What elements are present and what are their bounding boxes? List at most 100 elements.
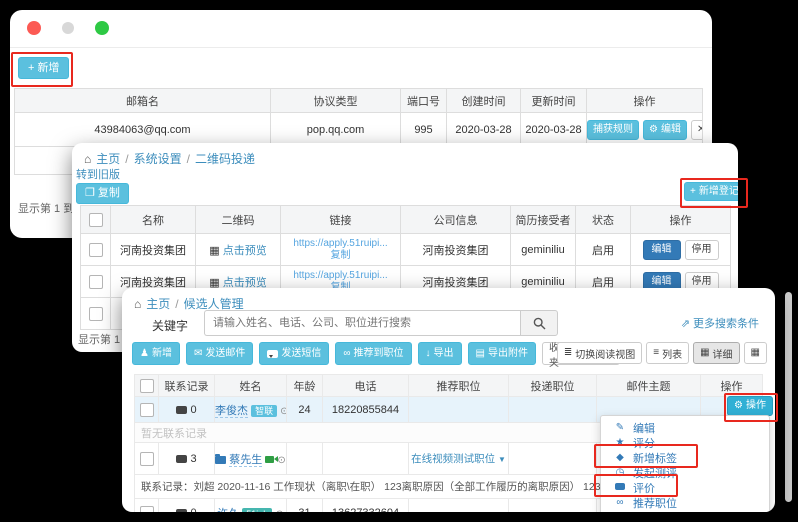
qr-col-company: 公司信息 bbox=[401, 206, 511, 234]
keyword-search-input[interactable] bbox=[204, 310, 520, 336]
qr-preview-link[interactable]: 点击预览 bbox=[223, 245, 267, 257]
export-attachments-button[interactable]: ▤ 导出附件 bbox=[468, 342, 536, 365]
select-all-checkbox[interactable] bbox=[140, 379, 154, 393]
caret-down-icon: ▼ bbox=[498, 455, 506, 464]
menu-item-edit[interactable]: ✎ 编辑 bbox=[601, 420, 769, 435]
recommend-to-job-button[interactable]: ∞ 推荐到职位 bbox=[335, 342, 411, 365]
plus-icon: + bbox=[28, 63, 34, 74]
chat-bubble-icon bbox=[176, 406, 187, 414]
home-icon: ⌂ bbox=[84, 153, 91, 165]
star-icon: ★ bbox=[614, 438, 626, 448]
maximize-window-light[interactable] bbox=[95, 21, 109, 35]
recommended-job-link[interactable]: 在线视频测试职位 ▼ bbox=[411, 453, 506, 465]
candidate-name-link[interactable]: 李俊杰 bbox=[215, 405, 248, 418]
row-checkbox[interactable] bbox=[140, 403, 154, 417]
expand-icon: ⇗ bbox=[681, 319, 690, 330]
view-toggle-group: ≣ 切换阅读视图 ≡ 列表 ▦ 详细 ▦ bbox=[557, 342, 767, 364]
add-candidate-button[interactable]: ♟ 新增 bbox=[132, 342, 180, 365]
disable-qr-button[interactable]: 停用 bbox=[685, 240, 719, 260]
list-view-button[interactable]: ≡ 列表 bbox=[646, 342, 689, 364]
email-col-created: 创建时间 bbox=[447, 89, 521, 113]
qr-col-name: 名称 bbox=[111, 206, 196, 234]
candidate-name-link[interactable]: 蔡先生 bbox=[229, 454, 262, 467]
candidate-toolbar: ♟ 新增 ✉ 发送邮件 发送短信 ∞ 推荐到职位 ↓ 导出 ▤ 导出附件 bbox=[132, 342, 620, 365]
row-checkbox[interactable] bbox=[89, 243, 103, 257]
menu-item-recommend-job[interactable]: ∞ 推荐职位 bbox=[601, 495, 769, 510]
qr-table-row: 河南投资集团 ▦ 点击预览 https://apply.51ruipi... 复… bbox=[81, 234, 731, 266]
apply-url-link[interactable]: https://apply.51ruipi... bbox=[293, 270, 387, 281]
cand-col-age: 年龄 bbox=[287, 375, 323, 397]
breadcrumb-system-settings[interactable]: 系统设置 bbox=[134, 150, 182, 167]
plus-icon: + bbox=[690, 187, 696, 197]
page-scrollbar[interactable] bbox=[785, 292, 792, 502]
trash-icon: ✕ bbox=[697, 125, 703, 135]
grid-view-button[interactable]: ▦ bbox=[744, 342, 767, 364]
edit-mailbox-button[interactable]: ⚙ 编辑 bbox=[643, 120, 687, 140]
add-mailbox-button[interactable]: + 新增 bbox=[18, 57, 69, 79]
email-col-actions: 操作 bbox=[587, 89, 703, 113]
port-value: 995 bbox=[401, 113, 447, 147]
candidate-name-link[interactable]: 许久 bbox=[217, 508, 239, 513]
grid-view-icon: ▦ bbox=[751, 348, 760, 358]
more-filters-link[interactable]: ⇗ 更多搜索条件 bbox=[681, 315, 759, 331]
row-checkbox[interactable] bbox=[140, 452, 154, 466]
row-checkbox[interactable] bbox=[89, 275, 103, 289]
qr-col-status: 状态 bbox=[576, 206, 631, 234]
copy-icon: ❐ bbox=[85, 188, 95, 199]
eye-icon[interactable]: ⊙ bbox=[275, 510, 283, 513]
add-mailbox-label: 新增 bbox=[37, 63, 59, 74]
breadcrumb-qr-page[interactable]: 二维码投递 bbox=[195, 150, 255, 167]
cand-col-recommend: 推荐职位 bbox=[409, 375, 509, 397]
menu-item-add-file[interactable]: ▤ 新增档案 bbox=[601, 510, 769, 512]
screenshot-frame: + 新增 邮箱名 协议类型 端口号 创建时间 更新时间 操作 43984063@… bbox=[0, 0, 798, 522]
toggle-reading-view-button[interactable]: ≣ 切换阅读视图 bbox=[557, 342, 642, 364]
mailbox-value: 43984063@qq.com bbox=[15, 113, 271, 147]
eye-icon[interactable]: ⊙ bbox=[277, 456, 285, 466]
detail-view-icon: ▦ bbox=[700, 348, 709, 358]
apply-url-link[interactable]: https://apply.51ruipi... bbox=[293, 238, 387, 249]
row-actions-button[interactable]: ⚙ 操作 bbox=[727, 396, 773, 416]
list-view-icon: ≡ bbox=[653, 348, 659, 358]
comment-bubble-icon bbox=[614, 483, 626, 493]
select-all-checkbox[interactable] bbox=[89, 213, 103, 227]
copy-button[interactable]: ❐ 复制 bbox=[76, 183, 129, 204]
row-checkbox[interactable] bbox=[140, 506, 154, 513]
menu-item-start-assessment[interactable]: ◷ 发起测评 bbox=[601, 465, 769, 480]
eye-icon[interactable]: ⊙ bbox=[280, 407, 286, 417]
email-col-protocol: 协议类型 bbox=[271, 89, 401, 113]
send-mail-button[interactable]: ✉ 发送邮件 bbox=[186, 342, 253, 365]
breadcrumb-home[interactable]: 主页 bbox=[146, 295, 170, 312]
export-icon: ↓ bbox=[426, 349, 431, 359]
qr-preview-link[interactable]: 点击预览 bbox=[223, 277, 267, 289]
video-icon bbox=[265, 456, 274, 463]
menu-item-score[interactable]: ★ 评分 bbox=[601, 435, 769, 450]
copy-url-link[interactable]: 复制 bbox=[331, 250, 351, 261]
sms-icon bbox=[267, 350, 278, 358]
delete-mailbox-button[interactable]: ✕ 删除 bbox=[691, 120, 703, 140]
detail-view-button[interactable]: ▦ 详细 bbox=[693, 342, 739, 364]
menu-item-add-tag[interactable]: ◆ 新增标签 bbox=[601, 450, 769, 465]
briefcase-icon bbox=[215, 456, 226, 464]
minimize-window-light[interactable] bbox=[62, 22, 74, 34]
row-checkbox[interactable] bbox=[89, 307, 103, 321]
edit-qr-button[interactable]: 编辑 bbox=[643, 240, 681, 260]
menu-item-comment[interactable]: 评价 bbox=[601, 480, 769, 495]
cand-col-phone: 电话 bbox=[323, 375, 409, 397]
breadcrumb-home[interactable]: 主页 bbox=[96, 150, 120, 167]
search-button[interactable] bbox=[520, 310, 558, 336]
capture-rules-button[interactable]: 捕获规则 bbox=[587, 120, 639, 140]
send-sms-button[interactable]: 发送短信 bbox=[259, 342, 329, 365]
add-registration-form-button[interactable]: + 新增登记表 bbox=[684, 182, 738, 201]
cand-col-applied: 投递职位 bbox=[509, 375, 597, 397]
export-button[interactable]: ↓ 导出 bbox=[418, 342, 462, 365]
source-badge: 51job bbox=[242, 508, 272, 513]
email-col-port: 端口号 bbox=[401, 89, 447, 113]
old-version-link[interactable]: 转到旧版 bbox=[76, 166, 120, 182]
close-window-light[interactable] bbox=[27, 21, 41, 35]
chain-icon: ∞ bbox=[343, 349, 350, 359]
chat-bubble-icon bbox=[176, 455, 187, 463]
created-value: 2020-03-28 bbox=[447, 113, 521, 147]
email-col-mailbox: 邮箱名 bbox=[15, 89, 271, 113]
cand-col-actions: 操作 bbox=[701, 375, 763, 397]
row-actions-menu: ✎ 编辑 ★ 评分 ◆ 新增标签 ◷ 发起测评 评价 ∞ 推荐职位 bbox=[600, 415, 770, 512]
